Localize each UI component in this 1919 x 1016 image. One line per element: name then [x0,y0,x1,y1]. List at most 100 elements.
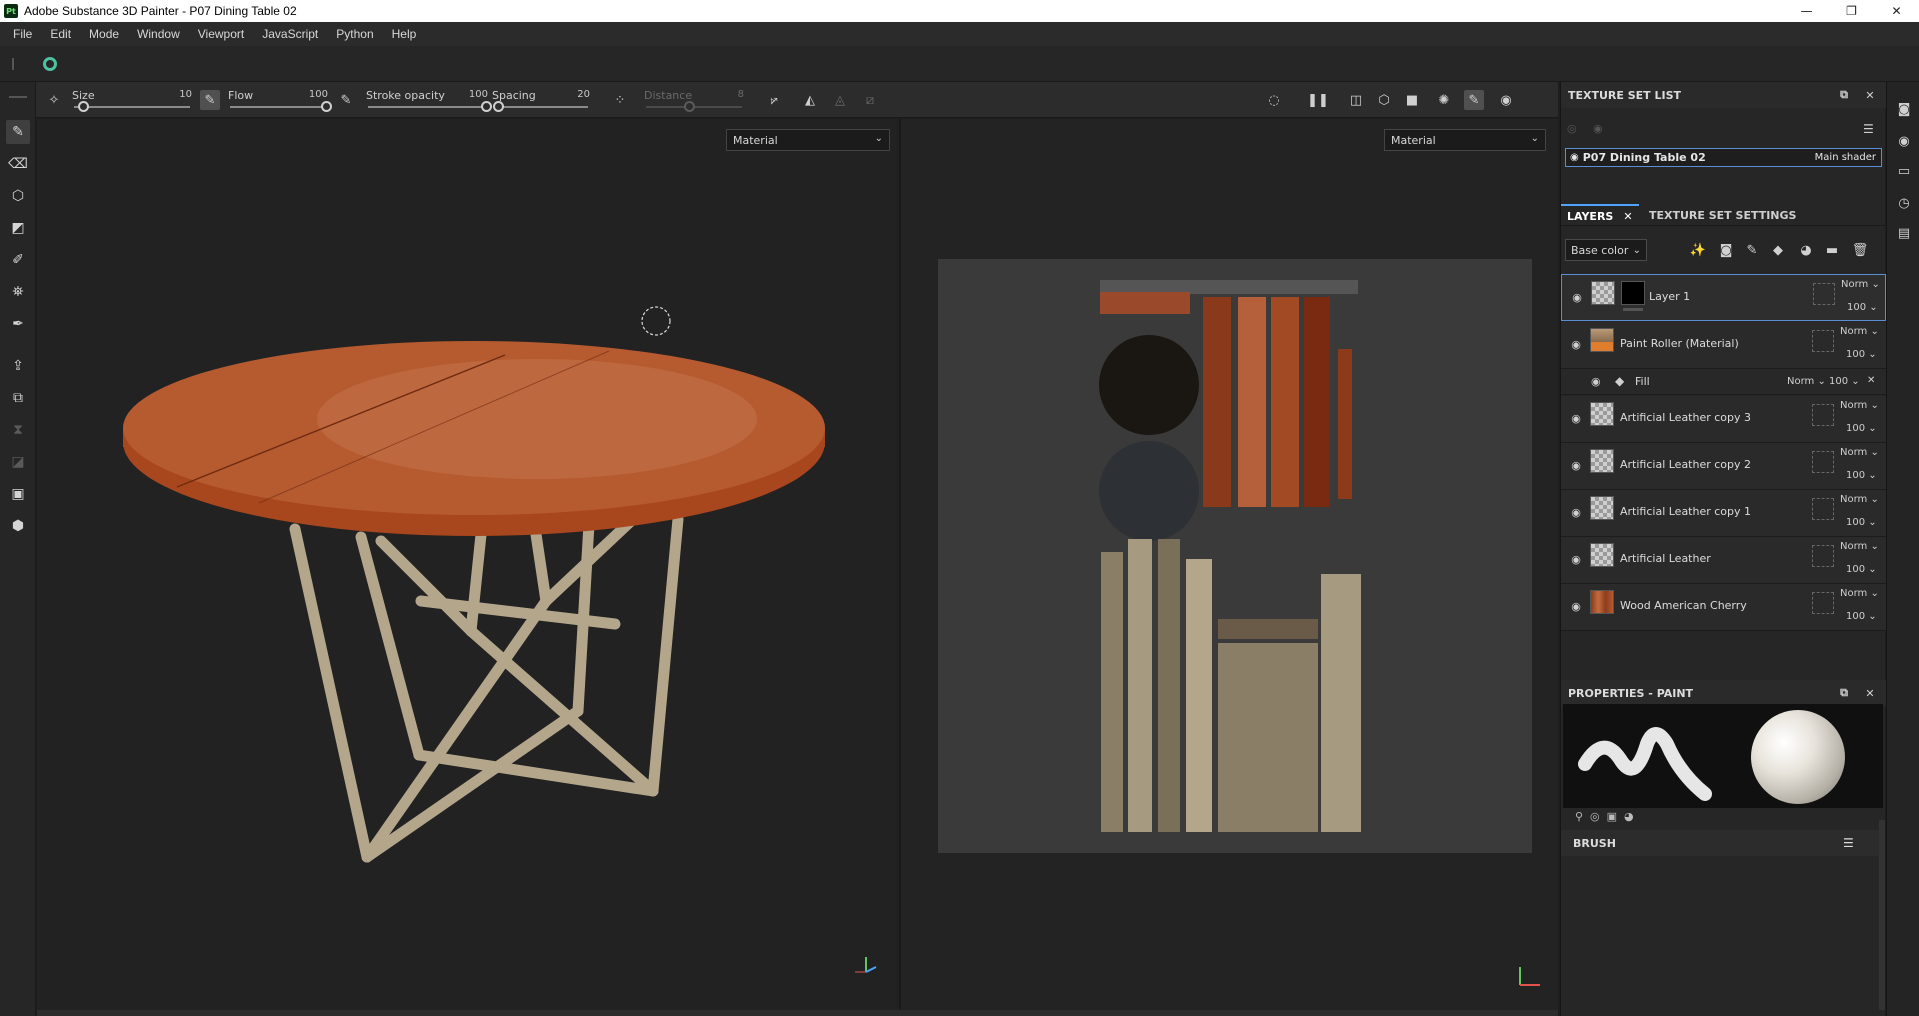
layer-mask-slot[interactable] [1812,592,1834,614]
maximize-button[interactable]: ❐ [1829,0,1874,22]
hide-icon[interactable]: ◌ [1264,90,1284,110]
paint-mode-icon[interactable]: ✎ [1464,90,1484,110]
layer-opacity[interactable]: 100 ⌄ [1847,302,1878,313]
flow-knob[interactable] [320,101,332,112]
layer-mask-slot[interactable] [1812,498,1834,520]
layer-row[interactable]: ◉ Wood American Cherry Norm ⌄ 100 ⌄ [1561,584,1886,631]
clone-stamp-icon[interactable]: ⛯ [6,280,30,304]
fill-opacity[interactable]: 100 ⌄ [1829,376,1860,387]
menu-python[interactable]: Python [327,27,382,41]
stroke-opacity-knob[interactable] [480,101,492,112]
hide-all-icon[interactable]: ◎ [1567,122,1581,136]
environment-icon[interactable]: ✺ [1434,90,1454,110]
transform-icon[interactable]: ◪ [6,450,30,474]
layer-row[interactable]: ◉ Artificial Leather copy 3 Norm ⌄ 100 ⌄ [1561,396,1886,443]
size-slider[interactable]: Size 10 [72,86,192,114]
add-paint-layer-icon[interactable]: ✎ [1743,241,1761,259]
layer-row[interactable]: ◉ Layer 1 Norm ⌄ 100 ⌄ [1561,274,1886,321]
layer-row[interactable]: ◉ Artificial Leather copy 2 Norm ⌄ 100 ⌄ [1561,443,1886,490]
menu-viewport[interactable]: Viewport [189,27,253,41]
spacing-value[interactable]: 20 [577,89,590,100]
size-knob[interactable] [77,101,89,112]
eraser-icon[interactable]: ⌫ [6,152,30,176]
projection-icon[interactable]: ⬡ [6,184,30,208]
minimize-button[interactable]: — [1784,0,1829,22]
layer-blend-mode[interactable]: Norm ⌄ [1841,279,1880,290]
eye-icon[interactable]: ◉ [1569,599,1583,613]
lazy-mouse-icon[interactable]: ⁘ [610,90,630,110]
eye-icon[interactable]: ◉ [1570,290,1584,304]
menu-mode[interactable]: Mode [80,27,128,41]
fill-blend-mode[interactable]: Norm ⌄ [1787,376,1826,387]
layer-mask-slot[interactable] [1812,451,1834,473]
spacing-track[interactable] [494,106,588,108]
layer-opacity[interactable]: 100 ⌄ [1846,611,1877,622]
eye-icon[interactable]: ◉ [1569,411,1583,425]
brush-menu-icon[interactable]: ☰ [1843,836,1854,850]
eye-icon[interactable]: ◉ [1569,505,1583,519]
close-icon[interactable]: ✕ [1623,210,1632,223]
polygon-fill-icon[interactable]: ◩ [6,216,30,240]
menu-file[interactable]: File [4,27,41,41]
geometry-mask-icon[interactable]: ⧉ [6,386,30,410]
brush-section[interactable]: BRUSH ☰ [1561,830,1881,856]
sync-status-icon[interactable] [43,57,57,71]
texture-set-menu-icon[interactable]: ☰ [1863,122,1877,136]
history-icon[interactable]: ◷ [1895,194,1913,212]
symmetry-settings-icon[interactable]: ◬ [830,90,850,110]
tab-layers[interactable]: LAYERS ✕ [1561,204,1639,226]
add-mask-icon[interactable]: ◙ [1717,241,1735,259]
layer-mask-slot[interactable] [1812,545,1834,567]
alignment-icon[interactable]: ⦬ [764,90,784,110]
log-icon[interactable]: ▤ [1895,224,1913,242]
menu-window[interactable]: Window [128,27,189,41]
scene-icon[interactable]: ⬢ [6,514,30,538]
panel-close-icon[interactable]: ✕ [1863,686,1877,700]
table-3d-render[interactable] [37,119,899,1010]
smudge-icon[interactable]: ✐ [6,248,30,272]
layer-blend-mode[interactable]: Norm ⌄ [1840,447,1879,458]
eye-icon[interactable]: ◉ [1569,337,1583,351]
panel-float-icon[interactable]: ⧉ [1837,686,1851,700]
eye-icon[interactable]: ◉ [1591,375,1601,388]
menu-edit[interactable]: Edit [41,27,80,41]
viewport-2d[interactable]: Material ⌄ [901,119,1558,1010]
brush-presets-icon[interactable]: ✧ [44,90,64,110]
bake-export-icon[interactable]: ⇪ [6,354,30,378]
layer-opacity[interactable]: 100 ⌄ [1846,349,1877,360]
viewport-3d[interactable]: Material ⌄ [37,119,899,1010]
tiling-icon[interactable]: ⧄ [860,90,880,110]
flow-slider[interactable]: Flow 100 [228,86,332,114]
fill-effect-row[interactable]: ◉ ◆ Fill Norm ⌄ 100 ⌄ ✕ [1561,369,1886,395]
layer-mask-slot[interactable] [1812,330,1834,352]
add-fill-layer-icon[interactable]: ◆ [1769,241,1787,259]
layer-blend-mode[interactable]: Norm ⌄ [1840,588,1879,599]
layer-opacity[interactable]: 100 ⌄ [1846,423,1877,434]
layer-mask-slot[interactable] [1812,404,1834,426]
stroke-opacity-slider[interactable]: Stroke opacity 100 [366,86,492,114]
distance-value[interactable]: 8 [738,89,744,100]
layer-blend-mode[interactable]: Norm ⌄ [1840,494,1879,505]
tab-texture-set-settings[interactable]: TEXTURE SET SETTINGS [1645,204,1800,226]
properties-scrollbar[interactable] [1879,820,1885,1010]
size-value[interactable]: 10 [179,89,192,100]
eye-icon[interactable]: ◉ [1569,552,1583,566]
symmetry-icon[interactable]: ◭ [800,90,820,110]
distance-slider[interactable]: Distance 8 [644,86,744,114]
layer-opacity[interactable]: 100 ⌄ [1846,517,1877,528]
layer-opacity[interactable]: 100 ⌄ [1846,564,1877,575]
screenshot-camera-icon[interactable]: ◉ [1496,90,1516,110]
layer-blend-mode[interactable]: Norm ⌄ [1840,541,1879,552]
spacing-slider[interactable]: Spacing 20 [492,86,590,114]
display-settings-icon[interactable]: ◙ [1895,100,1913,118]
display-cube-icon[interactable]: ⬡ [1374,90,1394,110]
pen-pressure-flow-icon[interactable]: ✎ [336,90,356,110]
spacing-knob[interactable] [493,101,505,112]
flow-value[interactable]: 100 [309,89,328,100]
show-all-icon[interactable]: ◉ [1593,122,1607,136]
panel-float-icon[interactable]: ⧉ [1837,88,1851,102]
eye-icon[interactable]: ◉ [1569,458,1583,472]
add-folder-icon[interactable]: ▬ [1823,241,1841,259]
texture-set-shader[interactable]: Main shader [1815,152,1876,163]
size-track[interactable] [74,106,190,108]
